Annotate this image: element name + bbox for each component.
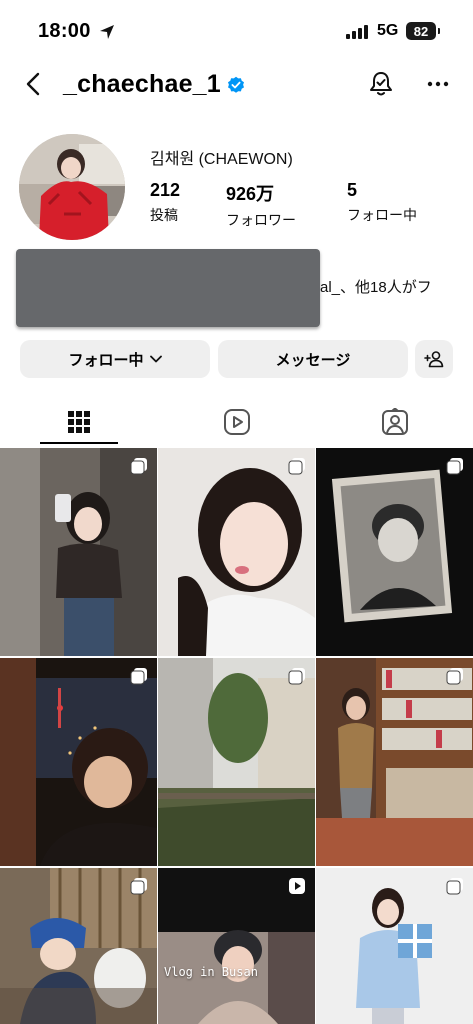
following-button-label: フォロー中	[68, 351, 144, 369]
grid-post[interactable]: Vlog in Busan	[158, 868, 315, 1024]
posts-label: 投稿	[150, 207, 178, 223]
add-user-icon	[424, 351, 444, 368]
posts-count: 212	[150, 180, 181, 200]
multi-photo-icon	[130, 458, 147, 475]
battery-level: 82	[413, 23, 429, 39]
avatar-image	[19, 134, 125, 240]
cellular-signal-icon	[346, 25, 368, 39]
post-image	[316, 658, 473, 866]
multi-photo-icon	[288, 458, 305, 475]
grid-post[interactable]	[0, 448, 157, 656]
post-image	[0, 658, 157, 866]
grid-post[interactable]	[158, 448, 315, 656]
multi-photo-icon	[446, 668, 463, 685]
reel-icon	[289, 878, 305, 894]
grid-post[interactable]	[316, 448, 473, 656]
post-image	[316, 448, 473, 656]
post-image	[0, 448, 157, 656]
grid-post[interactable]	[316, 658, 473, 866]
tagged-icon	[381, 408, 408, 435]
multi-photo-icon	[446, 878, 463, 895]
redaction-block	[16, 249, 320, 327]
status-time: 18:00	[38, 20, 91, 42]
following-label: フォロー中	[347, 207, 417, 223]
location-arrow-icon	[100, 25, 114, 39]
grid-post[interactable]	[0, 658, 157, 866]
message-button[interactable]: メッセージ	[218, 340, 408, 378]
grid-post[interactable]	[0, 868, 157, 1024]
following-count: 5	[347, 180, 358, 200]
status-bar: 18:00 5G 82	[0, 0, 473, 62]
multi-photo-icon	[130, 668, 147, 685]
following-button[interactable]: フォロー中	[20, 340, 210, 378]
tab-posts-grid[interactable]	[0, 398, 157, 446]
profile-tabs	[0, 398, 473, 446]
notification-bell-icon[interactable]	[368, 70, 394, 98]
tab-reels[interactable]	[158, 398, 315, 446]
battery-icon: 82	[406, 22, 440, 40]
video-caption-overlay: Vlog in Busan	[164, 965, 258, 979]
post-image	[158, 448, 315, 656]
mutual-followers-text[interactable]: al_、他18人がフ	[320, 276, 432, 297]
posts-stat[interactable]: 212 投稿	[150, 180, 180, 225]
add-user-button[interactable]	[415, 340, 453, 378]
username-group: _chaechae_1	[63, 70, 245, 99]
display-name: 김채원 (CHAEWON)	[150, 151, 293, 168]
multi-photo-icon	[446, 458, 463, 475]
multi-photo-icon	[288, 668, 305, 685]
more-options-icon[interactable]	[427, 80, 449, 88]
profile-header: _chaechae_1	[0, 62, 473, 108]
post-image	[158, 658, 315, 866]
followers-count: 926万	[226, 184, 275, 204]
tab-tagged[interactable]	[316, 398, 473, 446]
network-type: 5G	[377, 22, 399, 39]
grid-post[interactable]	[316, 868, 473, 1024]
following-stat[interactable]: 5 フォロー中	[347, 180, 417, 225]
grid-post[interactable]	[158, 658, 315, 866]
followers-label: フォロワー	[226, 212, 296, 228]
grid-icon	[67, 411, 90, 433]
message-button-label: メッセージ	[275, 351, 351, 369]
verified-badge-icon	[227, 76, 244, 93]
active-tab-indicator	[40, 442, 118, 444]
followers-stat[interactable]: 926万 フォロワー	[226, 180, 296, 230]
profile-avatar[interactable]	[19, 134, 125, 240]
multi-photo-icon	[130, 878, 147, 895]
profile-username: _chaechae_1	[63, 70, 221, 98]
back-icon[interactable]	[22, 72, 46, 96]
reels-icon	[223, 409, 250, 435]
chevron-down-icon	[149, 355, 162, 363]
